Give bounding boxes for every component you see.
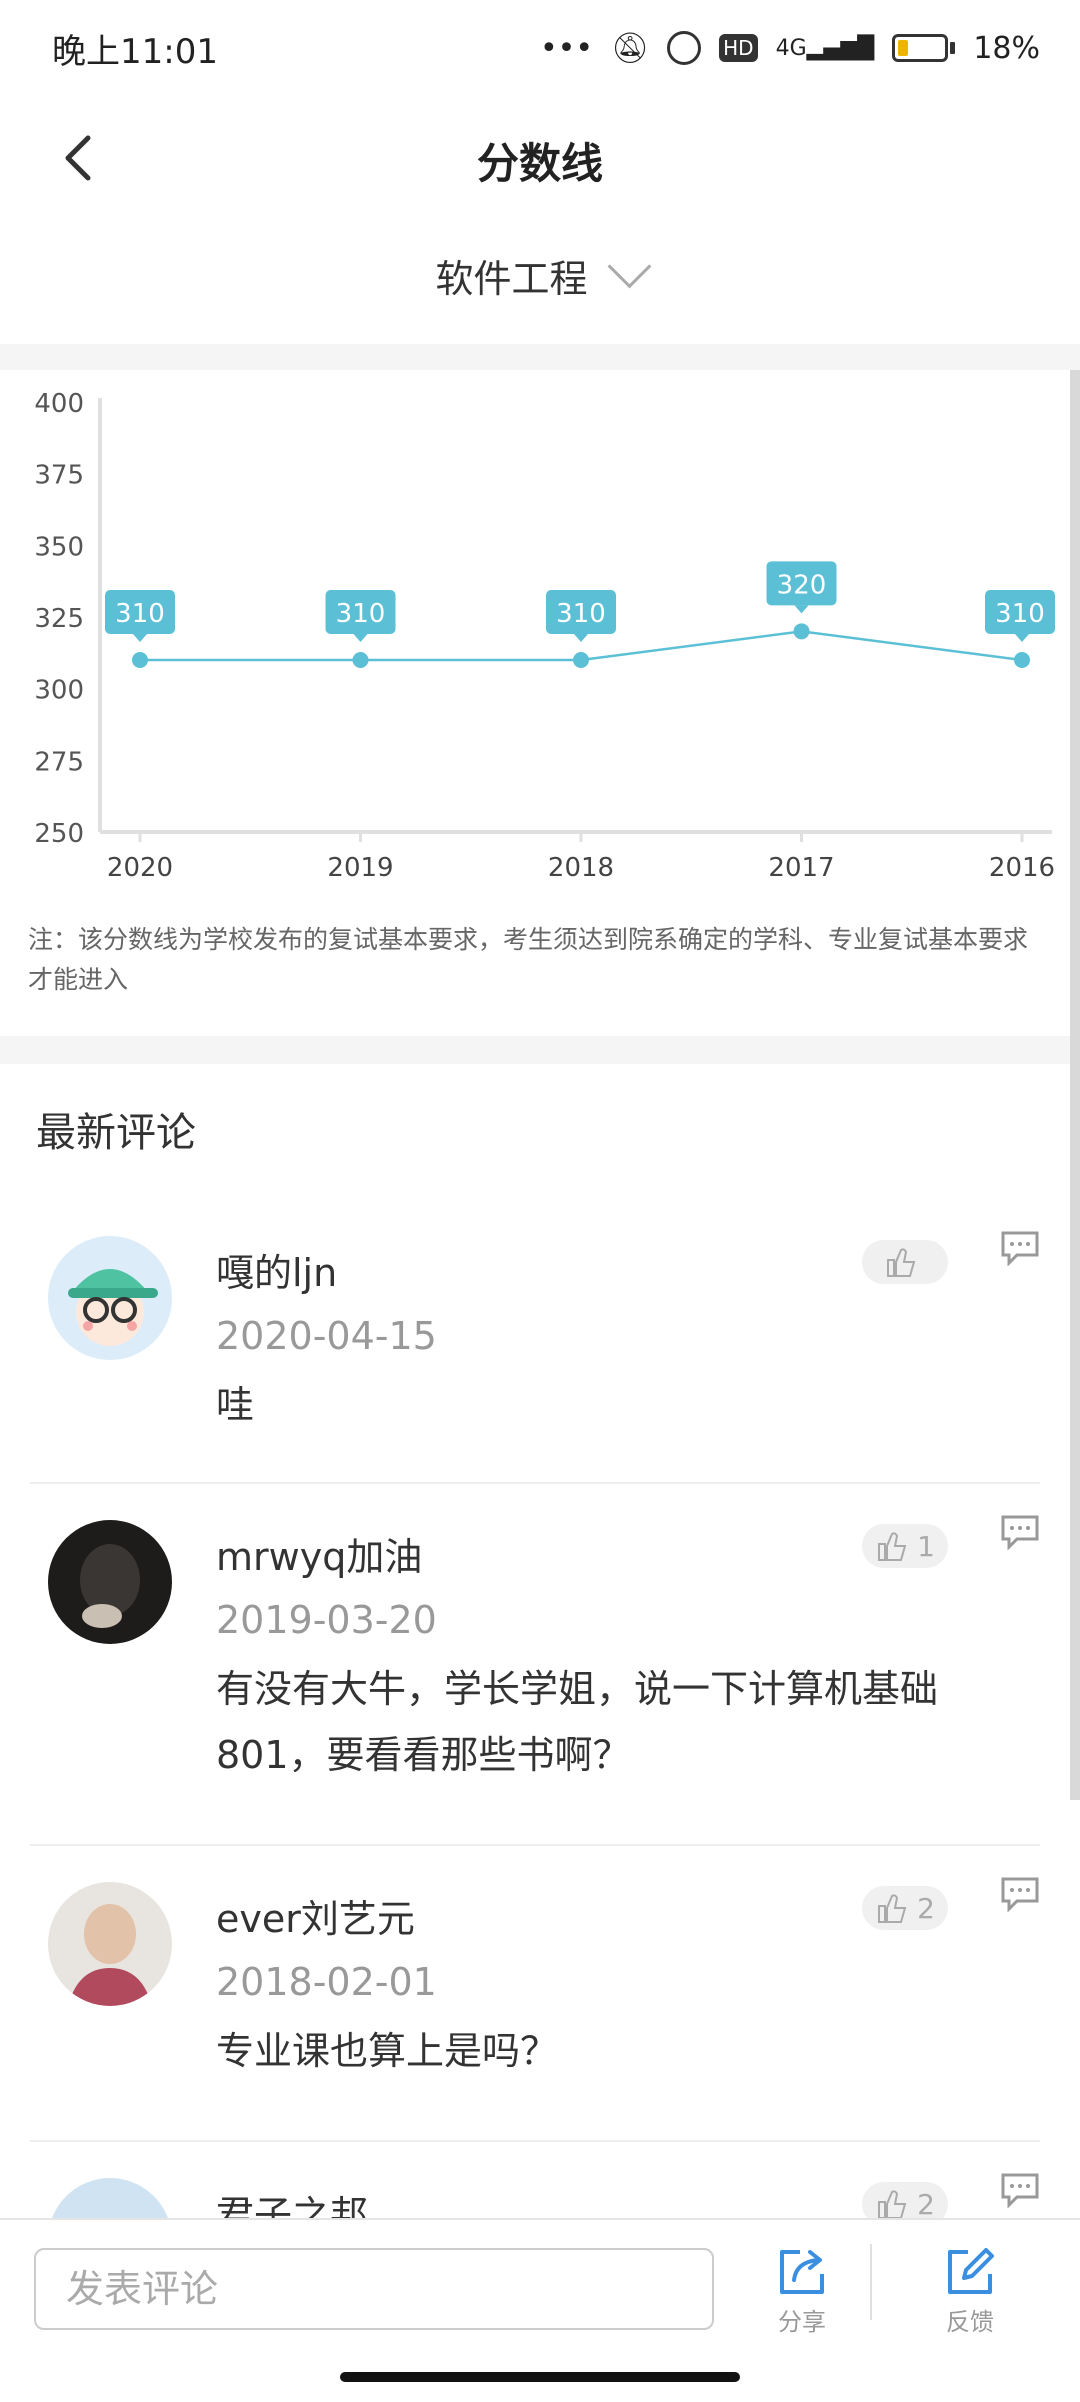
data-label: 310	[115, 599, 165, 629]
like-button[interactable]: 1	[862, 1524, 948, 1568]
avatar[interactable]	[48, 1520, 172, 1644]
hd-icon: HD	[719, 34, 758, 62]
section-divider	[0, 344, 1080, 370]
thumbs-up-icon	[887, 1248, 916, 1277]
data-label-pointer	[133, 634, 147, 642]
battery-icon	[892, 34, 956, 62]
reply-comment-icon[interactable]	[1000, 1514, 1040, 1550]
chart-note: 注：该分数线为学校发布的复试基本要求，考生须达到院系确定的学科、专业复试基本要求…	[28, 925, 1029, 994]
data-label: 320	[777, 570, 827, 600]
more-dots-icon: •••	[539, 30, 594, 66]
y-tick-label: 275	[34, 747, 84, 777]
feedback-label: 反馈	[946, 2308, 994, 2336]
comment-text: 专业课也算上是吗？	[216, 2029, 559, 2073]
data-label-pointer	[794, 605, 809, 614]
thumbs-up-icon	[878, 2190, 907, 2219]
data-point	[132, 652, 148, 668]
y-tick-label: 375	[34, 461, 84, 491]
toolbar-divider	[870, 2244, 872, 2320]
score-line-chart: 400 375 350 325 300 275 250 2020 2019 2018 2017 201…	[0, 370, 1080, 883]
y-tick-label: 300	[34, 676, 84, 706]
comment-author[interactable]: 嘎的ljn	[216, 1242, 337, 1297]
edit-feedback-icon	[948, 2248, 994, 2294]
mute-icon: 🔕︎	[611, 30, 650, 66]
feedback-button[interactable]: 反馈	[920, 2244, 1020, 2337]
like-button[interactable]	[862, 1240, 948, 1284]
x-tick-label: 2019	[327, 853, 393, 883]
data-label-pointer	[574, 634, 588, 642]
scrollbar[interactable]	[1070, 370, 1080, 1800]
reply-comment-icon[interactable]	[1000, 2172, 1040, 2208]
x-tick-label: 2016	[989, 853, 1055, 883]
section-divider	[0, 1036, 1080, 1064]
like-button[interactable]: 2	[862, 1886, 948, 1930]
like-count: 2	[917, 2187, 935, 2221]
photo-avatar-icon	[48, 1882, 172, 2006]
top-bar: 分数线	[0, 96, 1080, 218]
signal-icon: 4G▂▄▆█	[775, 35, 875, 61]
x-tick-label: 2017	[768, 853, 834, 883]
comment-list: 嘎的ljn 2020-04-15 哇 mrwyq加油 2019-03-20 有没…	[0, 1200, 1070, 2382]
chart-svg: 400 375 350 325 300 275 250 2020 2019 2018 2017 201…	[34, 389, 1055, 883]
chevron-down-icon	[607, 244, 651, 289]
data-label-pointer	[1015, 634, 1029, 642]
thumbs-up-icon	[878, 1532, 907, 1561]
comment-author[interactable]: ever刘艺元	[216, 1888, 415, 1943]
like-count: 1	[917, 1529, 935, 1563]
comments-section-title: 最新评论	[36, 1110, 196, 1156]
data-point	[573, 652, 589, 668]
comment-text: 有没有大牛，学长学姐，说一下计算机基础801，要看看那些书啊？	[216, 1667, 939, 1777]
thumbs-up-icon	[878, 1894, 907, 1923]
comment-item: ever刘艺元 2018-02-01 专业课也算上是吗？ 2	[30, 1846, 1040, 2142]
y-tick-label: 325	[34, 604, 84, 634]
share-button[interactable]: 分享	[752, 2244, 852, 2337]
photo-avatar-icon	[48, 1520, 172, 1644]
x-tick-label: 2020	[107, 853, 173, 883]
alarm-icon	[667, 31, 702, 65]
status-icons: ••• 🔕︎ HD 4G▂▄▆█ 18%	[540, 31, 1040, 66]
y-tick-label: 400	[34, 389, 84, 419]
share-icon	[780, 2250, 824, 2294]
comment-text: 哇	[216, 1383, 255, 1427]
status-time: 晚上11:01	[52, 31, 218, 72]
x-tick-label: 2018	[548, 853, 614, 883]
reply-comment-icon[interactable]	[1000, 1230, 1040, 1266]
data-point	[793, 623, 810, 640]
comment-date: 2019-03-20	[216, 1598, 437, 1642]
home-indicator[interactable]	[340, 2372, 740, 2382]
data-point	[352, 652, 369, 668]
comment-item: mrwyq加油 2019-03-20 有没有大牛，学长学姐，说一下计算机基础80…	[30, 1484, 1040, 1846]
y-tick-label: 350	[34, 532, 84, 562]
battery-percent: 18%	[973, 30, 1040, 66]
avatar[interactable]	[48, 1236, 172, 1360]
avatar[interactable]	[48, 1882, 172, 2006]
data-label: 310	[336, 599, 386, 629]
data-label: 310	[995, 599, 1045, 629]
page-title: 分数线	[476, 139, 603, 188]
like-count: 2	[917, 1891, 935, 1925]
data-point	[1014, 652, 1030, 668]
data-label-pointer	[353, 634, 368, 642]
status-bar: 晚上11:01 ••• 🔕︎ HD 4G▂▄▆█ 18%	[0, 0, 1080, 96]
comment-input[interactable]: 发表评论	[34, 2248, 714, 2330]
comment-item: 嘎的ljn 2020-04-15 哇	[30, 1200, 1040, 1484]
reply-comment-icon[interactable]	[1000, 1876, 1040, 1912]
share-label: 分享	[778, 2308, 826, 2336]
major-dropdown[interactable]: 软件工程	[0, 244, 1080, 303]
y-tick-label: 250	[34, 819, 84, 849]
comment-author[interactable]: mrwyq加油	[216, 1526, 422, 1581]
comment-date: 2018-02-01	[216, 1960, 437, 2004]
comment-date: 2020-04-15	[216, 1314, 437, 1358]
data-label: 310	[556, 599, 606, 629]
major-dropdown-label: 软件工程	[435, 257, 588, 301]
cartoon-avatar-icon	[48, 1236, 172, 1360]
